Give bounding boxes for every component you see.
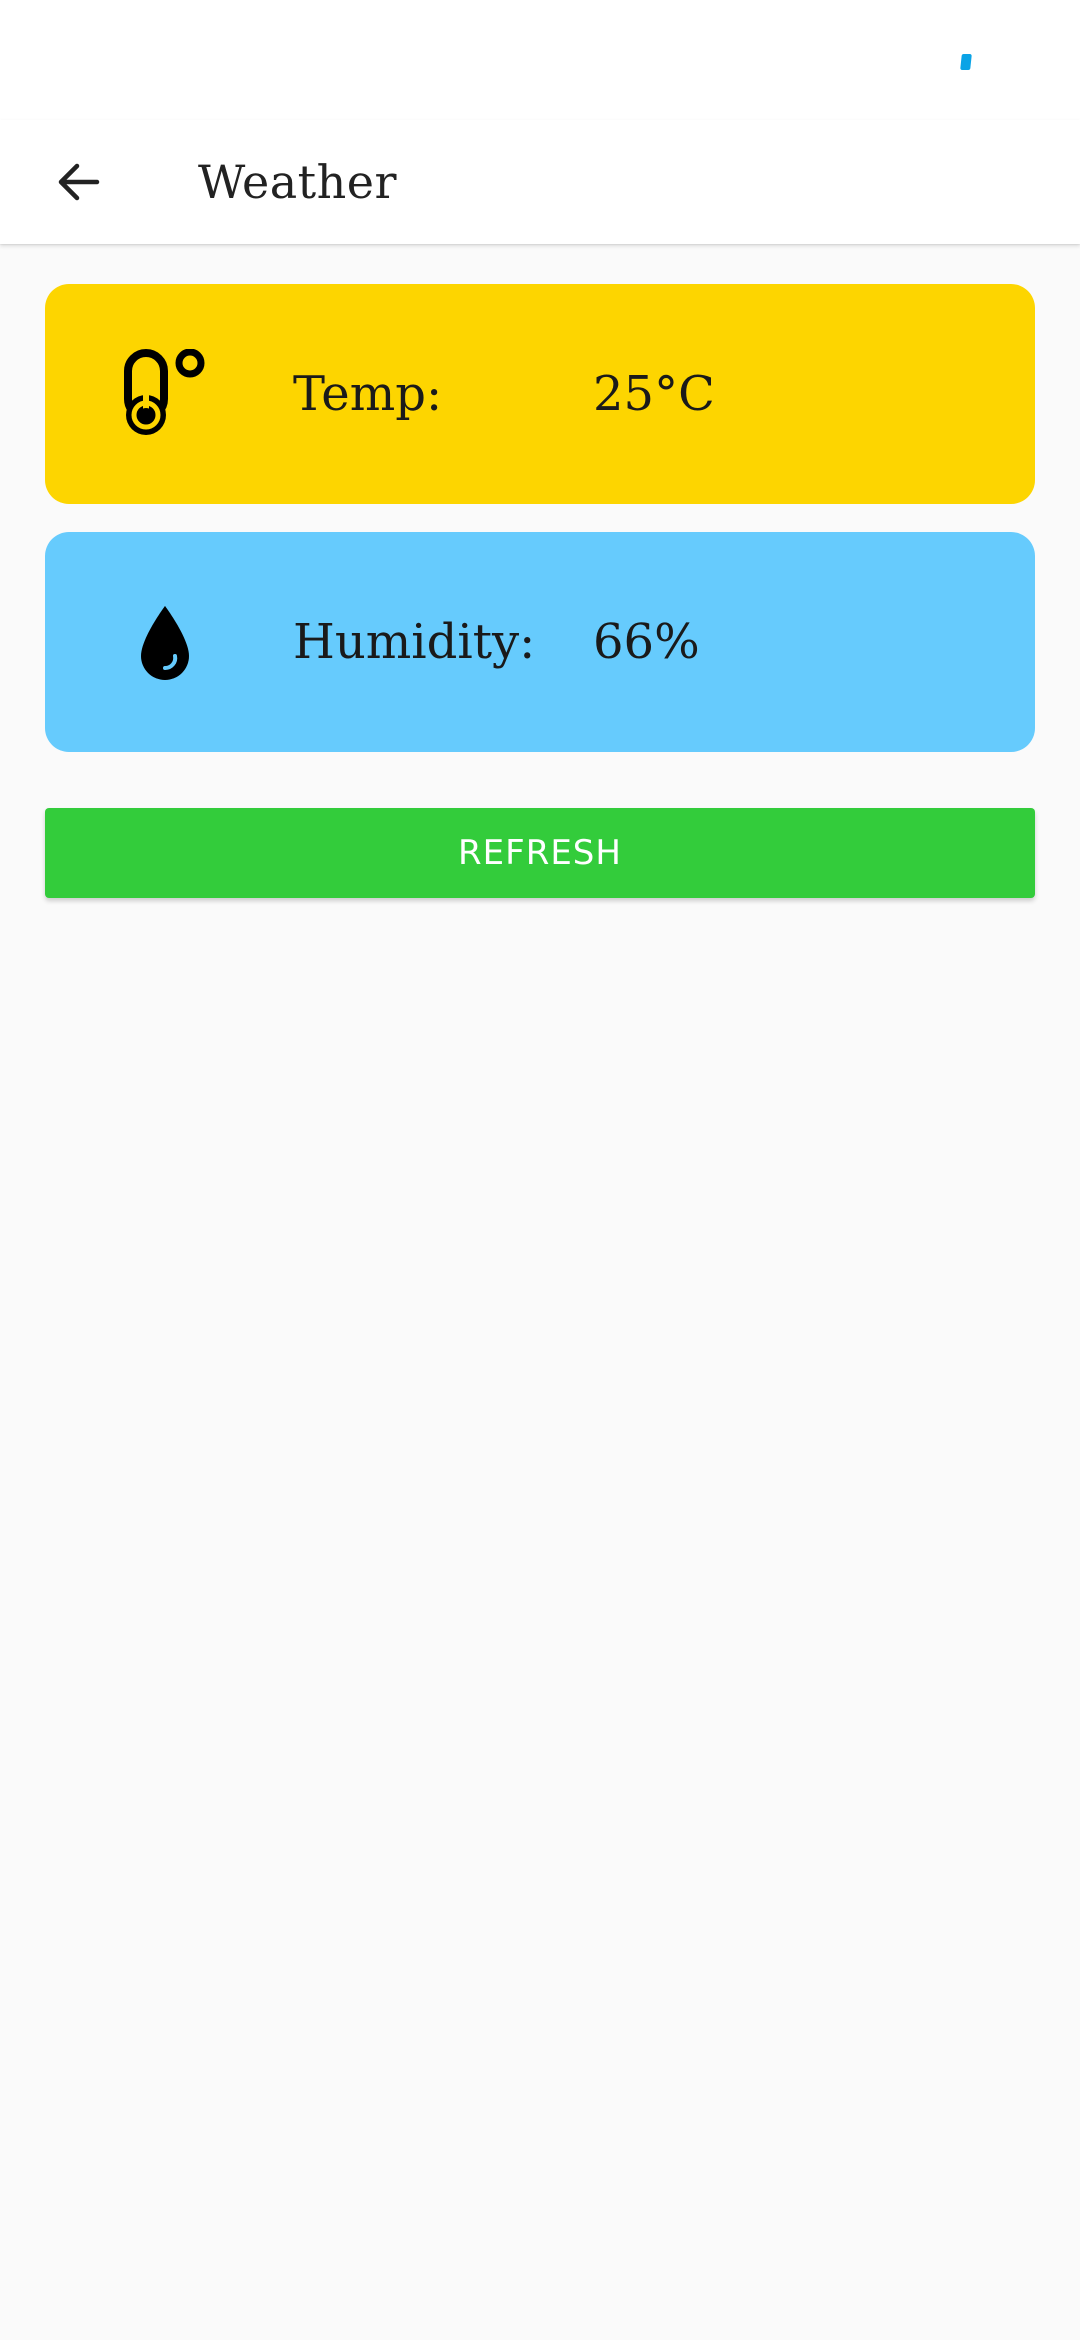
temperature-value: 25°C — [593, 366, 715, 422]
thermometer-icon — [124, 349, 205, 435]
water-drop-icon — [141, 606, 189, 680]
back-button[interactable] — [36, 140, 120, 224]
humidity-icon-wrapper — [45, 532, 285, 752]
humidity-card: Humidity: 66% — [45, 532, 1035, 752]
status-indicator-icon — [960, 54, 972, 70]
status-bar — [0, 0, 1080, 120]
temperature-label: Temp: — [293, 366, 443, 422]
humidity-value: 66% — [593, 614, 700, 670]
refresh-button[interactable]: REFRESH — [45, 808, 1035, 898]
humidity-label: Humidity: — [293, 614, 536, 670]
page-title: Weather — [198, 155, 397, 209]
app-bar: Weather — [0, 120, 1080, 244]
temperature-icon-wrapper — [45, 284, 285, 504]
arrow-back-icon — [58, 163, 100, 201]
temperature-card: Temp: 25°C — [45, 284, 1035, 504]
